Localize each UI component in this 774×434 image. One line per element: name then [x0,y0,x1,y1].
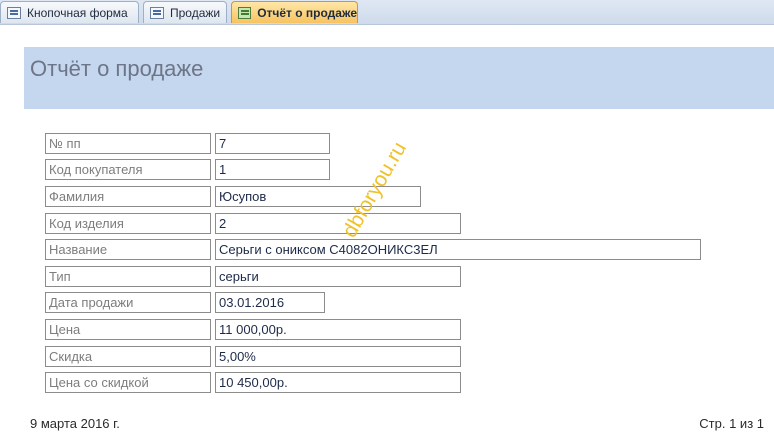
tab-knopochnaya-forma[interactable]: Кнопочная форма [0,1,139,23]
tab-prodazhi[interactable]: Продажи [143,1,227,23]
field-label-product-name: Название [45,239,211,260]
report-footer-date: 9 марта 2016 г. [30,416,120,431]
field-value-surname: Юсупов [215,186,421,207]
form-icon [7,6,21,19]
field-label-surname: Фамилия [45,186,211,207]
field-label-sale-date: Дата продажи [45,292,211,313]
report-title: Отчёт о продаже [30,56,204,81]
form-icon [150,6,164,19]
field-label-customer-code: Код покупателя [45,159,211,180]
field-value-product-code: 2 [215,213,461,234]
tab-label: Кнопочная форма [27,5,128,20]
report-icon [238,6,252,19]
tab-label: Отчёт о продаже [257,5,357,20]
document-tab-bar: Кнопочная форма Продажи Отчёт о продаже [0,0,774,25]
tab-label: Продажи [170,5,221,20]
field-value-discounted-price: 10 450,00р. [215,372,461,393]
field-label-price: Цена [45,319,211,340]
field-label-type: Тип [45,266,211,287]
field-value-discount: 5,00% [215,346,461,367]
field-value-number: 7 [215,133,330,154]
field-label-discounted-price: Цена со скидкой [45,372,211,393]
field-label-number: № пп [45,133,211,154]
field-value-type: серьги [215,266,461,287]
tab-otchet-o-prodazhe[interactable]: Отчёт о продаже [231,1,358,23]
field-label-discount: Скидка [45,346,211,367]
field-value-price: 11 000,00р. [215,319,461,340]
field-value-customer-code: 1 [215,159,330,180]
field-value-product-name: Серьги с ониксом С4082ОНИКС3ЕЛ [215,239,701,260]
field-label-product-code: Код изделия [45,213,211,234]
field-value-sale-date: 03.01.2016 [215,292,325,313]
report-footer-page: Стр. 1 из 1 [699,416,764,431]
